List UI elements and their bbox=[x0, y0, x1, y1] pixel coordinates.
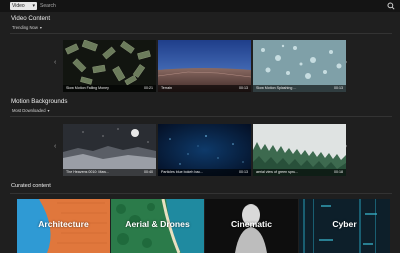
tile-label: Cinematic bbox=[230, 219, 273, 229]
video-card[interactable]: Particles blue bokeh bac... 00:13 bbox=[158, 124, 251, 176]
video-duration: 00:13 bbox=[239, 86, 248, 90]
video-title: Terrain bbox=[161, 86, 172, 90]
video-card-caption: Slow Motion Falling Money 00:21 bbox=[63, 85, 156, 92]
video-card[interactable]: Slow Motion Falling Money 00:21 bbox=[63, 40, 156, 92]
tile-cinematic[interactable]: Cinematic bbox=[205, 199, 298, 253]
motion-sort-label: Most Downloaded bbox=[12, 108, 46, 113]
video-content-title: Video Content bbox=[11, 15, 51, 22]
motion-backgrounds-title: Motion Backgrounds bbox=[11, 98, 68, 105]
video-title: The Heavens 0010: Maw... bbox=[66, 170, 109, 174]
video-card-caption: The Heavens 0010: Maw... 00:40 bbox=[63, 169, 156, 176]
tile-architecture[interactable]: Architecture bbox=[17, 199, 110, 253]
carousel-prev-icon[interactable]: ‹ bbox=[54, 59, 56, 66]
video-duration: 00:21 bbox=[144, 86, 153, 90]
category-select[interactable]: Video ▾ bbox=[10, 2, 37, 10]
video-card[interactable]: Slow Motion Splashing ... 00:13 bbox=[253, 40, 346, 92]
tile-label: Aerial & Drones bbox=[125, 219, 190, 229]
video-title: Particles blue bokeh bac... bbox=[161, 170, 204, 174]
video-title: Slow Motion Splashing ... bbox=[256, 86, 297, 90]
tile-cyber[interactable]: Cyber bbox=[299, 199, 390, 253]
video-title: aerial view of green spru... bbox=[256, 170, 299, 174]
category-select-label: Video bbox=[12, 3, 25, 9]
video-card-caption: Terrain 00:13 bbox=[158, 85, 251, 92]
tile-label: Cyber bbox=[332, 219, 357, 229]
chevron-down-icon: ▾ bbox=[32, 3, 35, 9]
motion-sort-dropdown[interactable]: Most Downloaded ▾ bbox=[12, 108, 50, 113]
chevron-down-icon: ▾ bbox=[39, 25, 42, 30]
video-card[interactable]: Terrain 00:13 bbox=[158, 40, 251, 92]
search-icon[interactable] bbox=[387, 2, 395, 10]
video-card[interactable]: aerial view of green spru... 00:18 bbox=[253, 124, 346, 176]
video-card-caption: Slow Motion Splashing ... 00:13 bbox=[253, 85, 346, 92]
video-sort-dropdown[interactable]: Trending Now ▾ bbox=[12, 25, 42, 30]
video-title: Slow Motion Falling Money bbox=[66, 86, 109, 90]
chevron-down-icon: ▾ bbox=[47, 108, 50, 113]
video-duration: 00:40 bbox=[144, 170, 153, 174]
top-bar: Video ▾ Search bbox=[0, 0, 400, 12]
video-sort-label: Trending Now bbox=[12, 25, 38, 30]
search-input[interactable]: Search bbox=[40, 2, 390, 10]
video-duration: 00:18 bbox=[334, 170, 343, 174]
video-card[interactable]: The Heavens 0010: Maw... 00:40 bbox=[63, 124, 156, 176]
video-duration: 00:13 bbox=[334, 86, 343, 90]
carousel-prev-icon[interactable]: ‹ bbox=[54, 143, 56, 150]
video-card-caption: Particles blue bokeh bac... 00:13 bbox=[158, 169, 251, 176]
section-divider bbox=[10, 116, 392, 117]
curated-content-title: Curated content bbox=[11, 183, 51, 189]
section-divider bbox=[10, 193, 392, 194]
tile-aerial-drones[interactable]: Aerial & Drones bbox=[111, 199, 204, 253]
tile-label: Architecture bbox=[38, 219, 89, 229]
section-divider bbox=[10, 33, 392, 34]
video-card-caption: aerial view of green spru... 00:18 bbox=[253, 169, 346, 176]
video-duration: 00:13 bbox=[239, 170, 248, 174]
